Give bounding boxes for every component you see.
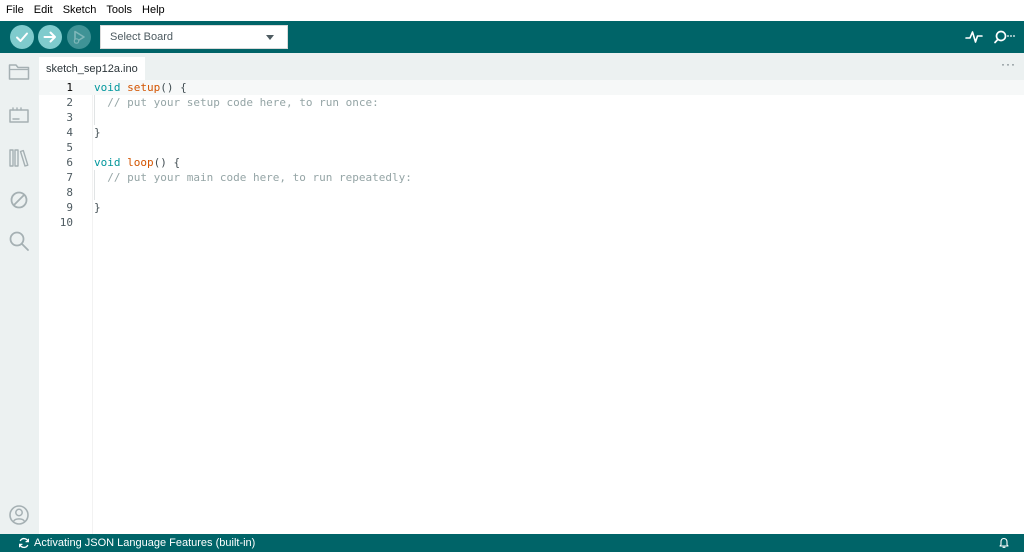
code-line: 3 <box>39 110 1024 125</box>
code-comment: // put your main code here, to run repea… <box>94 171 412 184</box>
menu-file[interactable]: File <box>2 0 28 21</box>
code-editor[interactable]: 1 void setup() { 2 // put your setup cod… <box>39 80 1024 534</box>
tab-label: sketch_sep12a.ino <box>46 62 138 75</box>
code-text: } <box>94 126 101 139</box>
debug-button[interactable] <box>67 25 91 49</box>
upload-button[interactable] <box>38 25 62 49</box>
function-name: loop <box>127 156 154 169</box>
line-number: 5 <box>66 141 73 154</box>
line-number: 3 <box>66 111 73 124</box>
bell-icon[interactable] <box>998 537 1010 549</box>
keyword: void <box>94 156 121 169</box>
menu-sketch[interactable]: Sketch <box>59 0 101 21</box>
sync-icon <box>19 537 29 549</box>
line-number: 2 <box>66 96 73 109</box>
tab-sketch[interactable]: sketch_sep12a.ino <box>39 57 145 80</box>
check-icon <box>16 32 28 42</box>
library-icon <box>9 149 29 167</box>
punctuation: () { <box>153 156 181 169</box>
keyword: void <box>94 81 121 94</box>
board-selector[interactable]: Select Board <box>100 25 288 49</box>
status-message[interactable]: Activating JSON Language Features (built… <box>34 537 255 549</box>
line-number: 4 <box>66 126 73 139</box>
boards-manager-button[interactable] <box>8 105 30 127</box>
board-icon <box>9 107 29 123</box>
debug-panel-button[interactable] <box>8 189 30 211</box>
search-panel-button[interactable] <box>8 230 30 252</box>
board-selector-label: Select Board <box>110 31 173 43</box>
line-number: 6 <box>66 156 73 169</box>
function-name: setup <box>127 81 161 94</box>
user-icon <box>9 505 29 525</box>
more-icon[interactable]: ··· <box>1001 57 1016 71</box>
debug-play-icon <box>73 30 85 44</box>
arrow-right-icon <box>43 31 56 43</box>
serial-monitor-button[interactable] <box>992 28 1016 46</box>
indent-guide <box>94 95 95 125</box>
code-text: void setup() { <box>94 80 187 95</box>
code-line: 10 <box>39 215 1024 230</box>
pulse-icon <box>965 31 983 43</box>
account-button[interactable] <box>8 504 30 526</box>
code-line: 5 <box>39 140 1024 155</box>
library-manager-button[interactable] <box>8 147 30 169</box>
line-number: 10 <box>59 216 73 229</box>
code-line: 2 // put your setup code here, to run on… <box>39 95 1024 110</box>
line-number: 8 <box>66 186 73 199</box>
menu-help[interactable]: Help <box>138 0 169 21</box>
code-line: 9 } <box>39 200 1024 215</box>
serial-plotter-button[interactable] <box>964 28 984 46</box>
line-number: 7 <box>66 171 73 184</box>
toolbar: Select Board <box>0 21 1024 53</box>
chevron-down-icon <box>266 34 274 40</box>
code-line: 7 // put your main code here, to run rep… <box>39 170 1024 185</box>
code-line: 8 <box>39 185 1024 200</box>
sketchbook-button[interactable] <box>8 61 30 83</box>
punctuation: () { <box>160 81 187 94</box>
activity-sidebar <box>0 53 39 534</box>
search-icon <box>9 231 29 251</box>
magnifier-dots-icon <box>994 30 1015 44</box>
editor-tab-bar: sketch_sep12a.ino ··· <box>39 53 1024 80</box>
folder-icon <box>8 64 30 80</box>
verify-button[interactable] <box>10 25 34 49</box>
code-comment: // put your setup code here, to run once… <box>94 96 379 109</box>
menu-edit[interactable]: Edit <box>30 0 57 21</box>
code-text: void loop() { <box>94 155 180 170</box>
menu-bar: File Edit Sketch Tools Help <box>0 0 1024 21</box>
no-entry-icon <box>10 191 28 209</box>
code-line: 1 void setup() { <box>39 80 1024 95</box>
line-number: 9 <box>66 201 73 214</box>
indent-guide <box>94 170 95 200</box>
code-line: 6 void loop() { <box>39 155 1024 170</box>
menu-tools[interactable]: Tools <box>102 0 136 21</box>
code-text: } <box>94 201 101 214</box>
line-number: 1 <box>66 81 73 94</box>
code-line: 4 } <box>39 125 1024 140</box>
status-bar: Activating JSON Language Features (built… <box>0 534 1024 552</box>
